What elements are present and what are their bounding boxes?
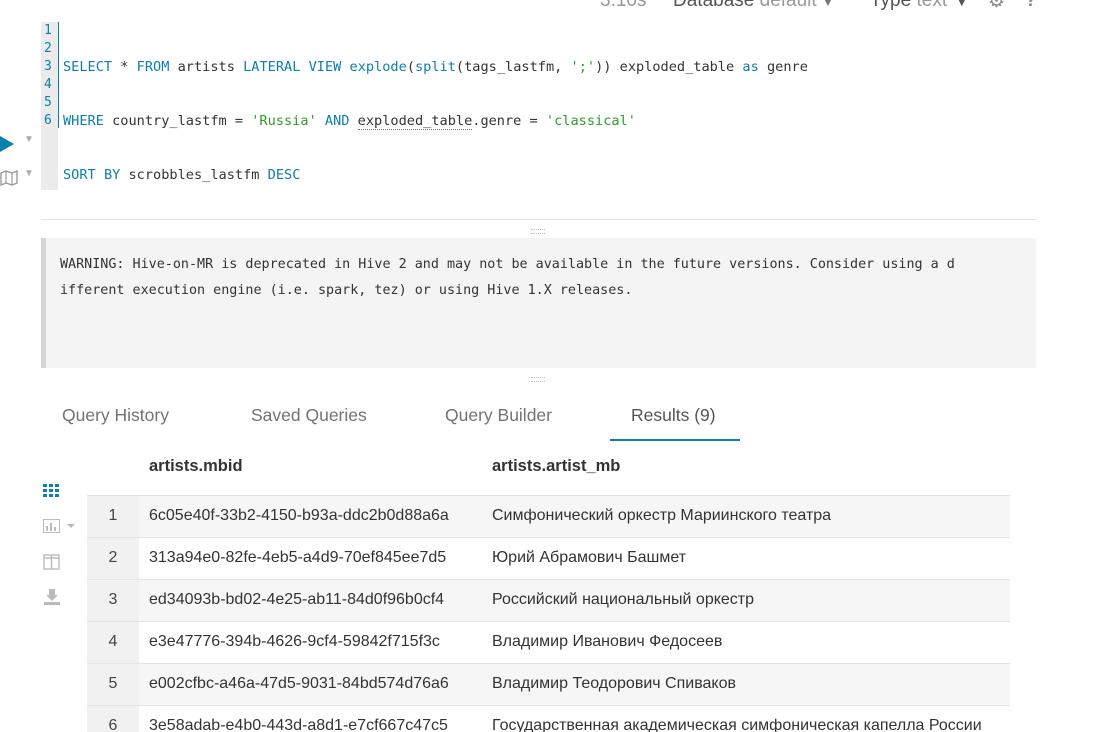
cell-artist[interactable]: Юрий Абрамович Башмет: [492, 538, 686, 578]
table-row[interactable]: 5 e002cfbc-a46a-47d5-9031-84bd574d76a6 Вла…: [87, 663, 1010, 706]
cell-artist[interactable]: Симфонический оркестр Мариинского театра: [492, 496, 831, 536]
row-number: 2: [87, 538, 139, 580]
line-number: 1: [44, 23, 52, 38]
query-line: SELECT * FROM artists LATERAL VIEW explo…: [63, 59, 808, 75]
tab-query-builder[interactable]: Query Builder: [445, 405, 552, 426]
table-row[interactable]: 1 6c05e40f-33b2-4150-b93a-ddc2b0d88a6a Сим…: [87, 495, 1010, 538]
table-row[interactable]: 4 e3e47776-394b-4626-9cf4-59842f715f3c Вла…: [87, 621, 1010, 664]
line-number: 6: [44, 113, 52, 128]
database-value: default: [759, 0, 817, 11]
line-number: 3: [44, 59, 52, 74]
execution-time: 3.10s: [600, 0, 647, 11]
line-number: 4: [44, 77, 52, 92]
table-row[interactable]: 2 313a94e0-82fe-4eb5-a4d9-70ef845ee7d5 Юри…: [87, 537, 1010, 580]
run-button[interactable]: ▼: [0, 134, 40, 154]
line-gutter: 1 2 3 4 5 6: [41, 22, 58, 190]
table-header: artists.mbid artists.artist_mb: [87, 443, 1010, 493]
database-selector[interactable]: Database default ▼: [673, 0, 834, 12]
map-icon: [0, 169, 18, 191]
editor-active-marker: [58, 22, 59, 128]
log-text: WARNING: Hive-on-MR is deprecated in Hiv…: [60, 257, 955, 298]
query-log: WARNING: Hive-on-MR is deprecated in Hiv…: [41, 238, 1036, 368]
table-row[interactable]: 3 ed34093b-bd02-4e25-ab11-84d0f96b0cf4 Рос…: [87, 579, 1010, 622]
database-label: Database: [673, 0, 755, 11]
column-header[interactable]: artists.mbid: [149, 457, 243, 476]
table-row[interactable]: 6 3e58adab-e4b0-443d-a8d1-e7cf667c47c5 Гос…: [87, 705, 1010, 732]
line-number: 2: [44, 41, 52, 56]
download-icon[interactable]: [43, 588, 67, 608]
line-number: 5: [44, 95, 52, 110]
play-icon: [0, 136, 14, 152]
result-tabs: Query History Saved Queries Query Builde…: [41, 395, 1036, 441]
cell-mbid[interactable]: ed34093b-bd02-4e25-ab11-84d0f96b0cf4: [149, 580, 444, 620]
chevron-down-icon[interactable]: ▼: [24, 168, 34, 179]
editor-toolbar: 3.10s Database default ▼ Type text ▼ ⚙ ?: [0, 0, 1098, 14]
row-number: 5: [87, 664, 139, 706]
editor-divider: [41, 219, 1036, 220]
chevron-down-icon: ▼: [821, 0, 834, 9]
cell-mbid[interactable]: e3e47776-394b-4626-9cf4-59842f715f3c: [149, 622, 440, 662]
row-number: 1: [87, 496, 139, 538]
type-selector[interactable]: Type text ▼: [870, 0, 971, 12]
help-icon[interactable]: ?: [1025, 0, 1037, 12]
cell-mbid[interactable]: e002cfbc-a46a-47d5-9031-84bd574d76a6: [149, 664, 449, 704]
explain-button[interactable]: ▼: [0, 168, 40, 188]
cell-mbid[interactable]: 313a94e0-82fe-4eb5-a4d9-70ef845ee7d5: [149, 538, 446, 578]
columns-icon[interactable]: [43, 554, 67, 574]
chevron-down-icon: ▼: [952, 0, 972, 11]
row-number: 3: [87, 580, 139, 622]
type-label: Type: [870, 0, 912, 11]
cell-artist[interactable]: Владимир Иванович Федосеев: [492, 622, 722, 662]
cell-artist[interactable]: Государственная академическая симфоничес…: [492, 706, 982, 732]
bar-chart-icon[interactable]: [43, 518, 83, 538]
cell-mbid[interactable]: 6c05e40f-33b2-4150-b93a-ddc2b0d88a6a: [149, 496, 449, 536]
row-number: 4: [87, 622, 139, 664]
tab-saved-queries[interactable]: Saved Queries: [251, 405, 367, 426]
active-tab-indicator: [610, 439, 740, 441]
grid-icon[interactable]: [43, 483, 67, 503]
query-editor[interactable]: 1 2 3 4 5 6 SELECT * FROM artists LATERA…: [41, 22, 1041, 190]
column-header[interactable]: artists.artist_mb: [492, 457, 620, 476]
gear-icon[interactable]: ⚙: [988, 0, 1005, 13]
results-table: artists.mbid artists.artist_mb 1 6c05e40f…: [87, 443, 1010, 732]
tab-results[interactable]: Results (9): [631, 405, 716, 426]
type-value: text: [916, 0, 948, 11]
cell-artist[interactable]: Владимир Теодорович Спиваков: [492, 664, 736, 704]
query-line: WHERE country_lastfm = 'Russia' AND expl…: [63, 113, 636, 130]
tab-query-history[interactable]: Query History: [62, 405, 169, 426]
chevron-down-icon[interactable]: ▼: [24, 134, 34, 145]
cell-mbid[interactable]: 3e58adab-e4b0-443d-a8d1-e7cf667c47c5: [149, 706, 448, 732]
resize-handle[interactable]: [531, 229, 545, 234]
query-text[interactable]: SELECT * FROM artists LATERAL VIEW explo…: [63, 22, 808, 220]
query-line: SORT BY scrobbles_lastfm DESC: [63, 167, 301, 183]
cell-artist[interactable]: Российский национальный оркестр: [492, 580, 754, 620]
resize-handle[interactable]: [531, 377, 545, 382]
row-number: 6: [87, 706, 139, 732]
